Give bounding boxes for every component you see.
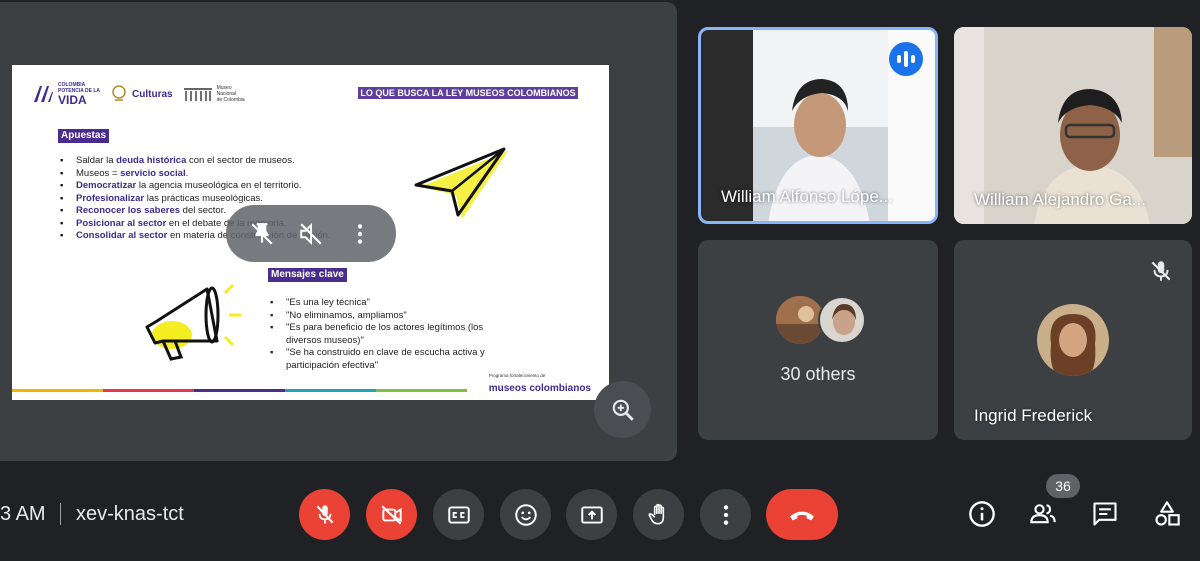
- people-icon[interactable]: [1029, 500, 1057, 528]
- camera-off-icon: [381, 505, 402, 524]
- slide-title: LO QUE BUSCA LA LEY MUSEOS COLOMBIANOS: [358, 87, 578, 99]
- presentation-area: COLOMBIA POTENCIA DE LA VIDA Culturas Muse…: [0, 2, 677, 461]
- participant-tile-william-alejandro[interactable]: William Alejandro Ga...: [954, 27, 1192, 224]
- list-item: Profesionalizar las prácticas museológic…: [60, 193, 331, 206]
- raise-hand-button[interactable]: [633, 489, 684, 540]
- others-tile[interactable]: 30 others: [698, 240, 938, 440]
- list-item: Democratizar la agencia museológica en e…: [60, 180, 331, 193]
- list-item: "Es para beneficio de los actores legíti…: [270, 322, 500, 347]
- avatar: [818, 296, 866, 344]
- speaking-indicator-icon: [889, 42, 923, 76]
- apuestas-header: Apuestas: [58, 129, 110, 143]
- list-item: "Se ha construido en clave de escucha ac…: [270, 347, 500, 372]
- hand-icon: [647, 503, 664, 524]
- slide-color-bar: [12, 389, 467, 392]
- participant-name: William Alfonso Lópe...: [721, 187, 893, 206]
- participant-tile-william-alfonso[interactable]: William Alfonso Lópe...: [698, 27, 938, 224]
- present-screen-button[interactable]: [566, 489, 617, 540]
- meet-window: COLOMBIA POTENCIA DE LA VIDA Culturas Muse…: [0, 0, 1200, 561]
- list-item: "Es una ley técnica": [270, 297, 500, 310]
- leave-call-button[interactable]: [766, 489, 838, 540]
- avatar: [1037, 304, 1109, 376]
- list-item: "No eliminamos, ampliamos": [270, 310, 500, 323]
- participant-name: William Alejandro Ga...: [974, 190, 1146, 209]
- list-item: Museos = servicio social.: [60, 168, 331, 181]
- closed-captions-icon: [447, 505, 470, 524]
- colombia-vida-logo: COLOMBIA POTENCIA DE LA VIDA: [32, 82, 100, 106]
- bottom-control-bar: 3 AM xev-knas-tct 36: [0, 470, 1200, 561]
- zoom-in-icon: [612, 399, 634, 421]
- more-vert-icon: [723, 504, 728, 525]
- museos-colombianos-logo: Programa fortalecimiento de museos colom…: [488, 373, 591, 394]
- more-options-button[interactable]: [700, 489, 751, 540]
- megaphone-icon: [145, 283, 241, 361]
- people-count-badge: 36: [1046, 474, 1080, 498]
- present-screen-icon: [580, 505, 603, 524]
- avatar: [776, 296, 824, 344]
- meeting-info-icon[interactable]: [968, 500, 996, 528]
- slide-logos: COLOMBIA POTENCIA DE LA VIDA Culturas Muse…: [32, 81, 257, 107]
- others-count-label: 30 others: [780, 364, 856, 384]
- paper-plane-icon: [414, 147, 508, 219]
- zoom-button[interactable]: [594, 381, 651, 438]
- presentation-overlay-controls: [226, 205, 396, 262]
- divider: [60, 503, 61, 525]
- participant-tile-ingrid[interactable]: Ingrid Frederick: [954, 240, 1192, 440]
- emoji-icon: [514, 503, 537, 526]
- mic-off-icon: [1151, 261, 1171, 281]
- mute-speaker-icon[interactable]: [298, 221, 324, 247]
- activities-icon[interactable]: [1153, 500, 1181, 528]
- reactions-button[interactable]: [500, 489, 551, 540]
- culturas-logo: Culturas: [110, 84, 173, 104]
- museo-nacional-logo: Museo Nacional de Colombia: [183, 85, 257, 103]
- clock-time: 3 AM: [0, 503, 46, 525]
- chat-icon[interactable]: [1091, 500, 1119, 528]
- participant-name: Ingrid Frederick: [974, 406, 1093, 425]
- mensajes-list: "Es una ley técnica" "No eliminamos, amp…: [270, 297, 500, 372]
- unpin-icon[interactable]: [249, 221, 275, 247]
- mic-toggle-button[interactable]: [299, 489, 350, 540]
- mic-off-icon: [316, 504, 333, 524]
- list-item: Saldar la deuda histórica con el sector …: [60, 155, 331, 168]
- captions-button[interactable]: [433, 489, 484, 540]
- meeting-code: xev-knas-tct: [76, 503, 184, 525]
- mensajes-header: Mensajes clave: [268, 268, 347, 282]
- camera-toggle-button[interactable]: [366, 489, 417, 540]
- more-options-icon[interactable]: [347, 221, 373, 247]
- hang-up-icon: [790, 511, 814, 520]
